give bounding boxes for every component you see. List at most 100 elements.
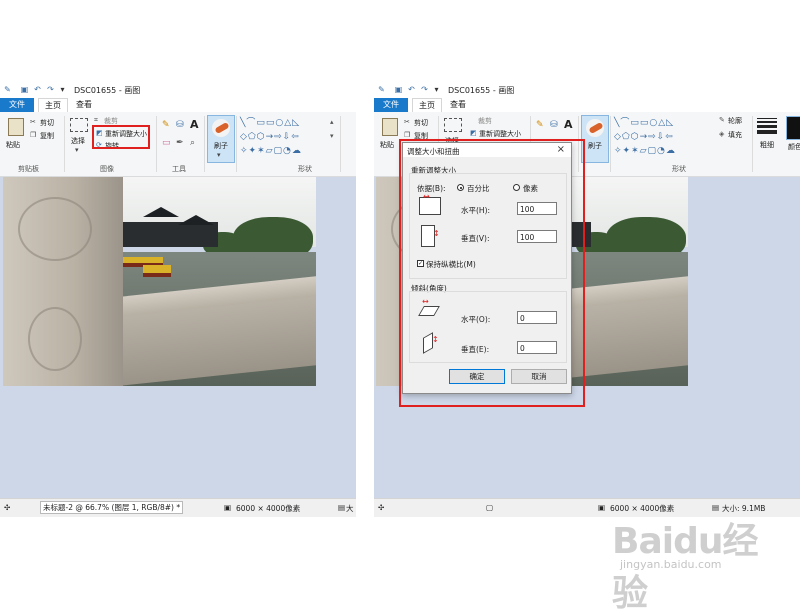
dimensions-icon: ▣ xyxy=(598,503,606,512)
brush-button[interactable]: 刷子 xyxy=(581,115,609,163)
divider xyxy=(610,116,611,172)
line-size-icon[interactable] xyxy=(757,118,777,134)
fill-bucket-icon[interactable]: ⛁ xyxy=(550,120,558,130)
select-icon[interactable] xyxy=(444,118,462,132)
move-cursor-icon: ✣ xyxy=(378,503,385,512)
resize-button[interactable]: 重新调整大小 xyxy=(479,129,521,139)
redo-icon[interactable]: ↷ xyxy=(46,85,55,94)
shapes-gallery[interactable]: ╲⌒▭▭○△◺ ◇⬠⬡→⇨⇩⇦ ✧✦✶▱▢◔☁ xyxy=(614,116,702,160)
pencil-icon[interactable]: ✎ xyxy=(536,120,544,130)
undo-icon[interactable]: ↶ xyxy=(33,85,42,94)
cut-button[interactable]: 剪切 xyxy=(40,118,54,128)
crop-icon: ⌗ xyxy=(94,116,98,124)
color-picker-icon[interactable]: ✒ xyxy=(176,138,184,148)
paste-button[interactable]: 粘贴 xyxy=(6,140,20,150)
redo-icon[interactable]: ↷ xyxy=(420,85,429,94)
group-label-shapes: 形状 xyxy=(298,165,312,173)
highlight-dialog-box xyxy=(399,139,585,407)
text-tool-icon[interactable]: A xyxy=(190,118,199,131)
canvas-image[interactable] xyxy=(3,177,316,386)
group-label-shapes: 形状 xyxy=(672,165,686,173)
move-cursor-icon: ✣ xyxy=(4,503,11,512)
divider xyxy=(64,116,65,172)
divider xyxy=(752,116,753,172)
tab-view[interactable]: 查看 xyxy=(70,98,98,112)
tab-view[interactable]: 查看 xyxy=(444,98,472,112)
color1-swatch[interactable] xyxy=(786,116,800,140)
customize-qat-icon[interactable]: ▾ xyxy=(432,85,441,94)
quick-access-toolbar: ✎ ▣ ↶ ↷ ▾ DSC01655 - 画图 xyxy=(374,82,800,98)
color1-label[interactable]: 颜色 xyxy=(788,142,800,152)
image-info-tooltip: 未标题-2 @ 66.7% (图层 1, RGB/8#) * xyxy=(40,501,184,514)
copy-icon: ❐ xyxy=(404,131,411,139)
brush-icon xyxy=(586,119,604,137)
divider xyxy=(156,116,157,172)
resize-icon: ◩ xyxy=(470,129,477,137)
cut-button[interactable]: 剪切 xyxy=(414,118,428,128)
tab-home[interactable]: 主页 xyxy=(38,98,68,113)
line-size-button[interactable]: 粗细 xyxy=(760,140,774,150)
highlight-resize-box xyxy=(92,125,150,149)
filesize-icon: ▤ xyxy=(712,503,720,512)
group-label-image: 图像 xyxy=(100,165,114,173)
brush-label: 刷子 xyxy=(588,142,602,150)
eraser-icon[interactable]: ▭ xyxy=(162,138,171,148)
brush-icon xyxy=(212,119,230,137)
window-title: DSC01655 - 画图 xyxy=(448,86,515,95)
selection-size-icon: ▢ xyxy=(486,503,494,512)
chevron-down-icon[interactable]: ▾ xyxy=(75,146,79,154)
paint-window-right: ✎ ▣ ↶ ↷ ▾ DSC01655 - 画图 文件 主页 查看 粘贴 ✂ 剪切… xyxy=(374,82,800,518)
copy-button[interactable]: 复制 xyxy=(40,131,54,141)
group-label-clipboard: 剪贴板 xyxy=(18,165,39,173)
paint-app-icon: ✎ xyxy=(4,85,11,94)
tab-file[interactable]: 文件 xyxy=(0,98,34,112)
fill-bucket-icon[interactable]: ⛁ xyxy=(176,120,184,130)
dimensions-icon: ▣ xyxy=(224,503,232,512)
customize-qat-icon[interactable]: ▾ xyxy=(58,85,67,94)
pencil-icon[interactable]: ✎ xyxy=(162,120,170,130)
chevron-down-icon: ▾ xyxy=(217,151,221,159)
divider xyxy=(340,116,341,172)
save-icon[interactable]: ▣ xyxy=(394,85,403,94)
paste-icon[interactable] xyxy=(8,118,24,136)
divider xyxy=(236,116,237,172)
text-tool-icon[interactable]: A xyxy=(564,118,573,131)
ribbon: 粘贴 ✂ 剪切 ❐ 复制 剪贴板 选择 ▾ ⌗ 裁剪 ◩ 重新调整大小 ⟳ 旋转… xyxy=(0,112,356,177)
crop-button[interactable]: 裁剪 xyxy=(478,116,492,126)
shapes-gallery[interactable]: ╲⌒▭▭○△◺ ◇⬠⬡→⇨⇩⇦ ✧✦✶▱▢◔☁ xyxy=(240,116,328,160)
save-icon[interactable]: ▣ xyxy=(20,85,29,94)
scissors-icon: ✂ xyxy=(30,118,36,126)
filesize-label: 大 xyxy=(346,504,354,513)
brush-button[interactable]: 刷子 ▾ xyxy=(207,115,235,163)
window-title: DSC01655 - 画图 xyxy=(74,86,141,95)
watermark-url: jingyan.baidu.com xyxy=(620,558,722,571)
fill-icon: ◈ xyxy=(719,130,725,138)
status-bar: ✣ 未标题-2 @ 66.7% (图层 1, RGB/8#) * ▣ 6000 … xyxy=(0,498,356,517)
ribbon-tabs: 文件 主页 查看 xyxy=(0,98,356,113)
copy-icon: ❐ xyxy=(30,131,37,139)
paste-button[interactable]: 粘贴 xyxy=(380,140,394,150)
undo-icon[interactable]: ↶ xyxy=(407,85,416,94)
tab-file[interactable]: 文件 xyxy=(374,98,408,112)
divider xyxy=(204,116,205,172)
outline-button[interactable]: 轮廓 xyxy=(728,116,742,126)
outline-icon: ✎ xyxy=(719,116,725,124)
quick-access-toolbar: ✎ ▣ ↶ ↷ ▾ DSC01655 - 画图 xyxy=(0,82,356,98)
select-button[interactable]: 选择 xyxy=(71,136,85,146)
ribbon-tabs: 文件 主页 查看 xyxy=(374,98,800,113)
paint-window-left: ✎ ▣ ↶ ↷ ▾ DSC01655 - 画图 文件 主页 查看 粘贴 ✂ 剪切… xyxy=(0,82,356,518)
paste-icon[interactable] xyxy=(382,118,398,136)
scroll-down-icon[interactable]: ▾ xyxy=(330,132,334,140)
group-label-tools: 工具 xyxy=(172,165,186,173)
tab-home[interactable]: 主页 xyxy=(412,98,442,113)
paint-app-icon: ✎ xyxy=(378,85,385,94)
scroll-up-icon[interactable]: ▴ xyxy=(330,118,334,126)
scissors-icon: ✂ xyxy=(404,118,410,126)
magnifier-icon[interactable]: ⌕ xyxy=(190,138,195,148)
baidu-jingyan-watermark: Baidu经验 jingyan.baidu.com xyxy=(612,512,772,614)
fill-button[interactable]: 填充 xyxy=(728,130,742,140)
image-dimensions: 6000 × 4000像素 xyxy=(236,504,301,513)
select-icon[interactable] xyxy=(70,118,88,132)
brush-label: 刷子 xyxy=(214,142,228,150)
filesize-icon: ▤ xyxy=(338,503,346,512)
